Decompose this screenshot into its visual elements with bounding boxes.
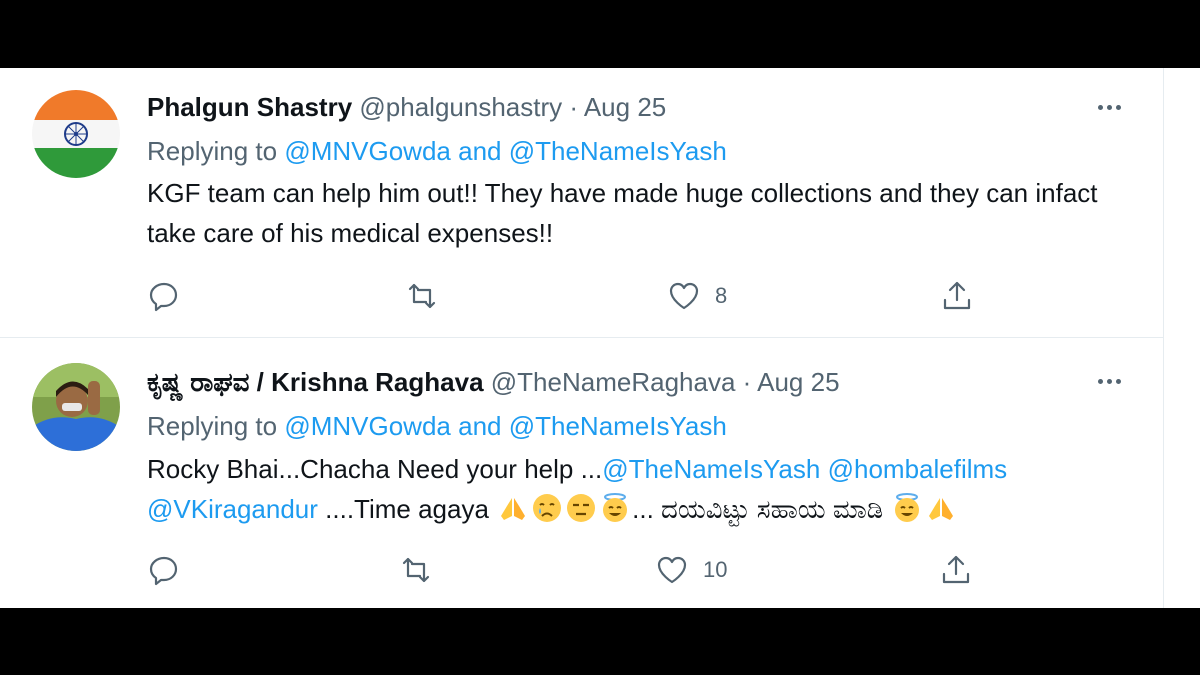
retweet-button[interactable] xyxy=(399,550,433,590)
more-options-icon[interactable] xyxy=(1089,366,1129,396)
tweet-header: ಕೃಷ್ಣ ರಾಘವ / Krishna Raghava @TheNameRag… xyxy=(147,365,840,399)
retweet-button[interactable] xyxy=(405,276,439,316)
tweet-text-part: ....Time agaya xyxy=(317,494,497,524)
letterbox-top xyxy=(0,0,1200,68)
like-count: 8 xyxy=(715,283,728,308)
share-icon xyxy=(943,281,971,310)
mention-link[interactable]: @MNVGowda xyxy=(284,136,451,166)
replying-and: and xyxy=(458,411,502,441)
expressionless-face-emoji-icon xyxy=(567,494,596,522)
like-button[interactable]: 10 xyxy=(655,550,727,590)
tweet-actions: 10 xyxy=(147,550,987,590)
separator-dot: · xyxy=(742,367,752,397)
india-flag-avatar-icon xyxy=(32,90,120,178)
replying-to: Replying to @MNVGowda and @TheNameIsYash xyxy=(147,409,727,443)
person-photo-avatar-icon xyxy=(32,363,120,451)
share-button[interactable] xyxy=(939,550,973,590)
folded-hands-emoji-icon xyxy=(929,498,954,520)
letterbox-bottom xyxy=(0,608,1200,675)
replying-prefix: Replying to xyxy=(147,136,278,166)
mention-link[interactable]: @TheNameIsYash xyxy=(509,411,727,441)
tweet-text-part: ... ದಯವಿಟ್ಟು ಸಹಾಯ ಮಾಡಿ xyxy=(632,494,891,524)
mention-link[interactable]: @TheNameIsYash xyxy=(509,136,727,166)
replying-to: Replying to @MNVGowda and @TheNameIsYash xyxy=(147,134,727,168)
avatar[interactable] xyxy=(32,90,120,178)
crying-face-emoji-icon xyxy=(533,494,562,522)
share-button[interactable] xyxy=(940,276,974,316)
reply-button[interactable] xyxy=(147,550,181,590)
user-handle[interactable]: @TheNameRaghava xyxy=(491,367,736,397)
reply-button[interactable] xyxy=(147,276,181,316)
scroll-gutter xyxy=(1163,68,1200,608)
folded-hands-emoji-icon xyxy=(501,498,526,520)
heart-icon xyxy=(657,556,687,584)
replies-panel: Phalgun Shastry @phalgunshastry · Aug 25… xyxy=(0,68,1163,608)
like-count: 10 xyxy=(703,557,728,582)
display-name[interactable]: Phalgun Shastry xyxy=(147,92,352,122)
heart-icon xyxy=(669,282,699,310)
tweet-text-part: Rocky Bhai...Chacha Need your help ... xyxy=(147,454,603,484)
display-name[interactable]: ಕೃಷ್ಣ ರಾಘವ / Krishna Raghava xyxy=(147,367,484,397)
retweet-icon xyxy=(402,557,430,583)
replying-prefix: Replying to xyxy=(147,411,278,441)
tweet-header: Phalgun Shastry @phalgunshastry · Aug 25 xyxy=(147,90,666,124)
mention-link[interactable]: @hombalefilms xyxy=(828,454,1008,484)
share-icon xyxy=(942,555,970,584)
tweet-text: KGF team can help him out!! They have ma… xyxy=(147,178,1098,248)
smiling-face-with-halo-emoji-icon xyxy=(895,493,920,522)
mention-link[interactable]: @VKiragandur xyxy=(147,494,318,524)
tweet-date[interactable]: Aug 25 xyxy=(584,92,666,122)
smiling-face-with-halo-emoji-icon xyxy=(603,493,628,522)
tweet[interactable]: ಕೃಷ್ಣ ರಾಘವ / Krishna Raghava @TheNameRag… xyxy=(0,339,1163,608)
mention-link[interactable]: @TheNameIsYash xyxy=(602,454,820,484)
separator-dot: · xyxy=(569,92,579,122)
tweet-text: Rocky Bhai...Chacha Need your help ...@T… xyxy=(147,449,1137,529)
like-button[interactable]: 8 xyxy=(667,276,727,316)
retweet-icon xyxy=(408,283,436,309)
replying-and: and xyxy=(458,136,502,166)
tweet[interactable]: Phalgun Shastry @phalgunshastry · Aug 25… xyxy=(0,68,1163,338)
reply-icon xyxy=(149,282,178,312)
mention-link[interactable]: @MNVGowda xyxy=(284,411,451,441)
user-handle[interactable]: @phalgunshastry xyxy=(359,92,562,122)
reply-icon xyxy=(149,556,178,586)
tweet-actions: 8 xyxy=(147,276,987,316)
tweet-date[interactable]: Aug 25 xyxy=(757,367,839,397)
more-options-icon[interactable] xyxy=(1089,92,1129,122)
avatar[interactable] xyxy=(32,363,120,451)
